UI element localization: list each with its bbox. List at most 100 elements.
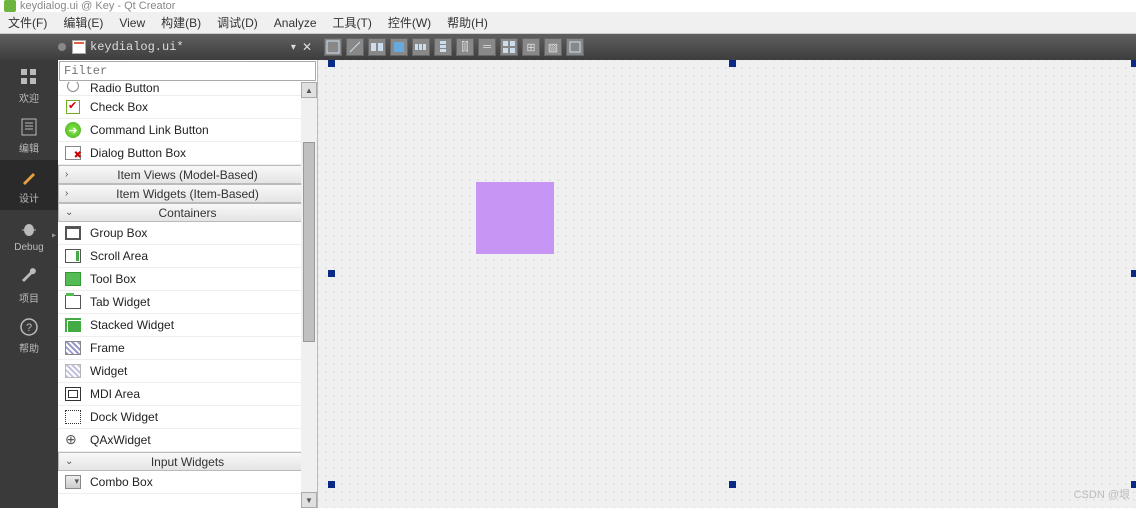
widget-item-radio[interactable]: Radio Button <box>58 82 317 96</box>
widget-list: Radio Button Check Box ➔ Command Link Bu… <box>58 82 317 508</box>
app-icon <box>4 0 16 12</box>
menu-analyze[interactable]: Analyze <box>274 16 317 30</box>
window-title: keydialog.ui @ Key - Qt Creator <box>20 0 175 12</box>
svg-text:?: ? <box>26 322 32 334</box>
widget-item-checkbox[interactable]: Check Box <box>58 96 317 119</box>
widget-item-tabwidget[interactable]: Tab Widget <box>58 291 317 314</box>
category-itemviews[interactable]: ›Item Views (Model-Based) <box>58 165 317 184</box>
widget-item-qaxwidget[interactable]: QAxWidget <box>58 429 317 452</box>
category-containers[interactable]: ⌄Containers <box>58 203 317 222</box>
frame-icon <box>64 339 82 357</box>
edit-signals-button[interactable] <box>346 38 364 56</box>
edit-buddies-button[interactable] <box>368 38 386 56</box>
category-inputwidgets[interactable]: ⌄Input Widgets <box>58 452 317 471</box>
layout-vsplit-button[interactable]: ═ <box>478 38 496 56</box>
wrench-icon <box>18 266 40 288</box>
mode-sidebar: 欢迎 编辑 设计 Debug ▸ 项目 ? 帮助 <box>0 60 58 508</box>
resize-handle[interactable] <box>328 60 335 67</box>
form-frame[interactable] <box>332 64 1134 484</box>
document-name: keydialog.ui* <box>90 40 285 54</box>
toolbox-icon <box>64 270 82 288</box>
scrollbar-down-icon[interactable]: ▼ <box>301 492 317 508</box>
widget-item-groupbox[interactable]: Group Box <box>58 222 317 245</box>
widget-item-dockwidget[interactable]: Dock Widget <box>58 406 317 429</box>
resize-handle[interactable] <box>1131 481 1136 488</box>
widget-box: Radio Button Check Box ➔ Command Link Bu… <box>58 60 318 508</box>
checkbox-icon <box>64 98 82 116</box>
scrollbar-up-icon[interactable]: ▲ <box>301 82 317 98</box>
mode-debug[interactable]: Debug ▸ <box>0 210 58 260</box>
form-canvas[interactable]: CSDN @垠 <box>318 60 1136 508</box>
toolbar: keydialog.ui* ▾ ✕ ⫿⫿ ═ ⊞ ▨ <box>0 34 1136 60</box>
menu-widgets[interactable]: 控件(W) <box>388 14 431 31</box>
title-bar: keydialog.ui @ Key - Qt Creator <box>0 0 1136 12</box>
scrollbar[interactable]: ▲ ▼ <box>301 82 317 508</box>
menu-edit[interactable]: 编辑(E) <box>63 14 103 31</box>
layout-form-button[interactable]: ⊞ <box>522 38 540 56</box>
dockwidget-icon <box>64 408 82 426</box>
groupbox-icon <box>64 224 82 242</box>
chevron-down-icon: ⌄ <box>65 456 73 467</box>
dropdown-icon[interactable]: ▾ <box>291 42 296 53</box>
adjust-size-button[interactable] <box>566 38 584 56</box>
qaxwidget-icon <box>64 431 82 449</box>
resize-handle[interactable] <box>328 481 335 488</box>
mode-projects[interactable]: 项目 <box>0 260 58 310</box>
resize-handle[interactable] <box>1131 270 1136 277</box>
menu-build[interactable]: 构建(B) <box>161 14 201 31</box>
mode-edit[interactable]: 编辑 <box>0 110 58 160</box>
close-tab-icon[interactable]: ✕ <box>302 40 312 54</box>
filter-input[interactable] <box>60 62 315 80</box>
document-tab[interactable]: keydialog.ui* ▾ ✕ <box>0 40 318 54</box>
widget-item-scrollarea[interactable]: Scroll Area <box>58 245 317 268</box>
menu-help[interactable]: 帮助(H) <box>447 14 488 31</box>
watermark: CSDN @垠 <box>1074 486 1130 502</box>
widget-item-commandlink[interactable]: ➔ Command Link Button <box>58 119 317 142</box>
scrollarea-icon <box>64 247 82 265</box>
menu-view[interactable]: View <box>119 16 145 30</box>
menu-tools[interactable]: 工具(T) <box>333 14 372 31</box>
mode-design[interactable]: 设计 <box>0 160 58 210</box>
mode-welcome[interactable]: 欢迎 <box>0 60 58 110</box>
edit-widgets-button[interactable] <box>324 38 342 56</box>
widget-item-mdiarea[interactable]: MDI Area <box>58 383 317 406</box>
grid-icon <box>18 66 40 88</box>
menu-debug[interactable]: 调试(D) <box>217 14 258 31</box>
mdiarea-icon <box>64 385 82 403</box>
filter-box <box>59 61 316 81</box>
widget-item-stackedwidget[interactable]: Stacked Widget <box>58 314 317 337</box>
resize-handle[interactable] <box>1131 60 1136 67</box>
widget-item-frame[interactable]: Frame <box>58 337 317 360</box>
status-dot-icon <box>58 43 66 51</box>
placed-widget[interactable] <box>476 182 554 254</box>
commandlink-icon: ➔ <box>64 121 82 139</box>
menu-bar: 文件(F) 编辑(E) View 构建(B) 调试(D) Analyze 工具(… <box>0 12 1136 34</box>
menu-file[interactable]: 文件(F) <box>8 14 47 31</box>
layout-h-button[interactable] <box>412 38 430 56</box>
chevron-right-icon: › <box>65 188 68 199</box>
layout-v-button[interactable] <box>434 38 452 56</box>
widget-item-toolbox[interactable]: Tool Box <box>58 268 317 291</box>
chevron-right-icon: › <box>65 169 68 180</box>
document-icon <box>18 116 40 138</box>
design-toolbar: ⫿⫿ ═ ⊞ ▨ <box>318 38 584 56</box>
radio-icon <box>64 82 82 95</box>
category-itemwidgets[interactable]: ›Item Widgets (Item-Based) <box>58 184 317 203</box>
edit-taborder-button[interactable] <box>390 38 408 56</box>
layout-hsplit-button[interactable]: ⫿⫿ <box>456 38 474 56</box>
mode-help[interactable]: ? 帮助 <box>0 310 58 360</box>
scrollbar-thumb[interactable] <box>303 142 315 342</box>
widget-item-combobox[interactable]: Combo Box <box>58 471 317 494</box>
file-icon <box>72 40 86 54</box>
layout-grid-button[interactable] <box>500 38 518 56</box>
widget-icon <box>64 362 82 380</box>
resize-handle[interactable] <box>729 60 736 67</box>
widget-item-widget[interactable]: Widget <box>58 360 317 383</box>
resize-handle[interactable] <box>328 270 335 277</box>
widget-item-dialogbuttonbox[interactable]: Dialog Button Box <box>58 142 317 165</box>
combobox-icon <box>64 473 82 491</box>
pencil-icon <box>18 166 40 188</box>
tabwidget-icon <box>64 293 82 311</box>
resize-handle[interactable] <box>729 481 736 488</box>
break-layout-button[interactable]: ▨ <box>544 38 562 56</box>
